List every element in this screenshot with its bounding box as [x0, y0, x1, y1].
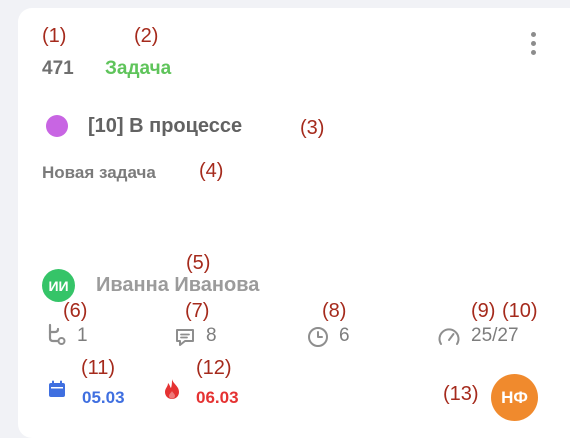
- subtask-tree-icon: [46, 323, 66, 345]
- annotation-1: (1): [42, 25, 67, 47]
- annotation-5: (5): [186, 252, 211, 274]
- fire-icon: [163, 378, 181, 400]
- task-title[interactable]: Новая задача: [42, 163, 156, 183]
- task-type: Задача: [105, 58, 172, 79]
- annotation-4: (4): [199, 160, 224, 182]
- annotation-6: (6): [63, 300, 88, 322]
- more-vertical-icon[interactable]: [529, 31, 537, 59]
- comments-count: 8: [206, 325, 217, 346]
- annotation-2: (2): [134, 25, 159, 47]
- clock-icon: [307, 326, 329, 348]
- start-date: 05.03: [82, 388, 125, 407]
- annotation-12: (12): [196, 357, 232, 379]
- gauge-icon: [437, 326, 461, 348]
- status-color-dot: [46, 115, 68, 137]
- annotation-11: (11): [81, 357, 116, 379]
- time-spent: 6: [339, 325, 350, 346]
- assignee-avatar[interactable]: ИИ: [42, 269, 75, 302]
- calendar-icon: [47, 379, 67, 399]
- comment-icon: [174, 326, 196, 348]
- annotation-7: (7): [185, 300, 210, 322]
- owner-avatar[interactable]: НФ: [491, 374, 538, 421]
- task-status: [10] В процессе: [88, 115, 243, 137]
- annotation-10: (10): [502, 300, 538, 322]
- owner-initials: НФ: [501, 387, 528, 407]
- progress-count: 25/27: [471, 325, 519, 346]
- annotation-8: (8): [322, 300, 347, 322]
- subtasks-count: 1: [77, 325, 88, 346]
- annotation-9: (9): [471, 300, 496, 322]
- assignee-initials: ИИ: [48, 277, 69, 294]
- annotation-13: (13): [443, 383, 479, 405]
- task-id: 471: [42, 58, 74, 79]
- annotation-3: (3): [300, 117, 325, 139]
- deadline-date: 06.03: [196, 388, 239, 407]
- assignee-name: Иванна Иванова: [96, 274, 260, 296]
- task-card[interactable]: (1) (2) (3) (4) (5) (6) (7) (8) (9) (10)…: [18, 8, 570, 438]
